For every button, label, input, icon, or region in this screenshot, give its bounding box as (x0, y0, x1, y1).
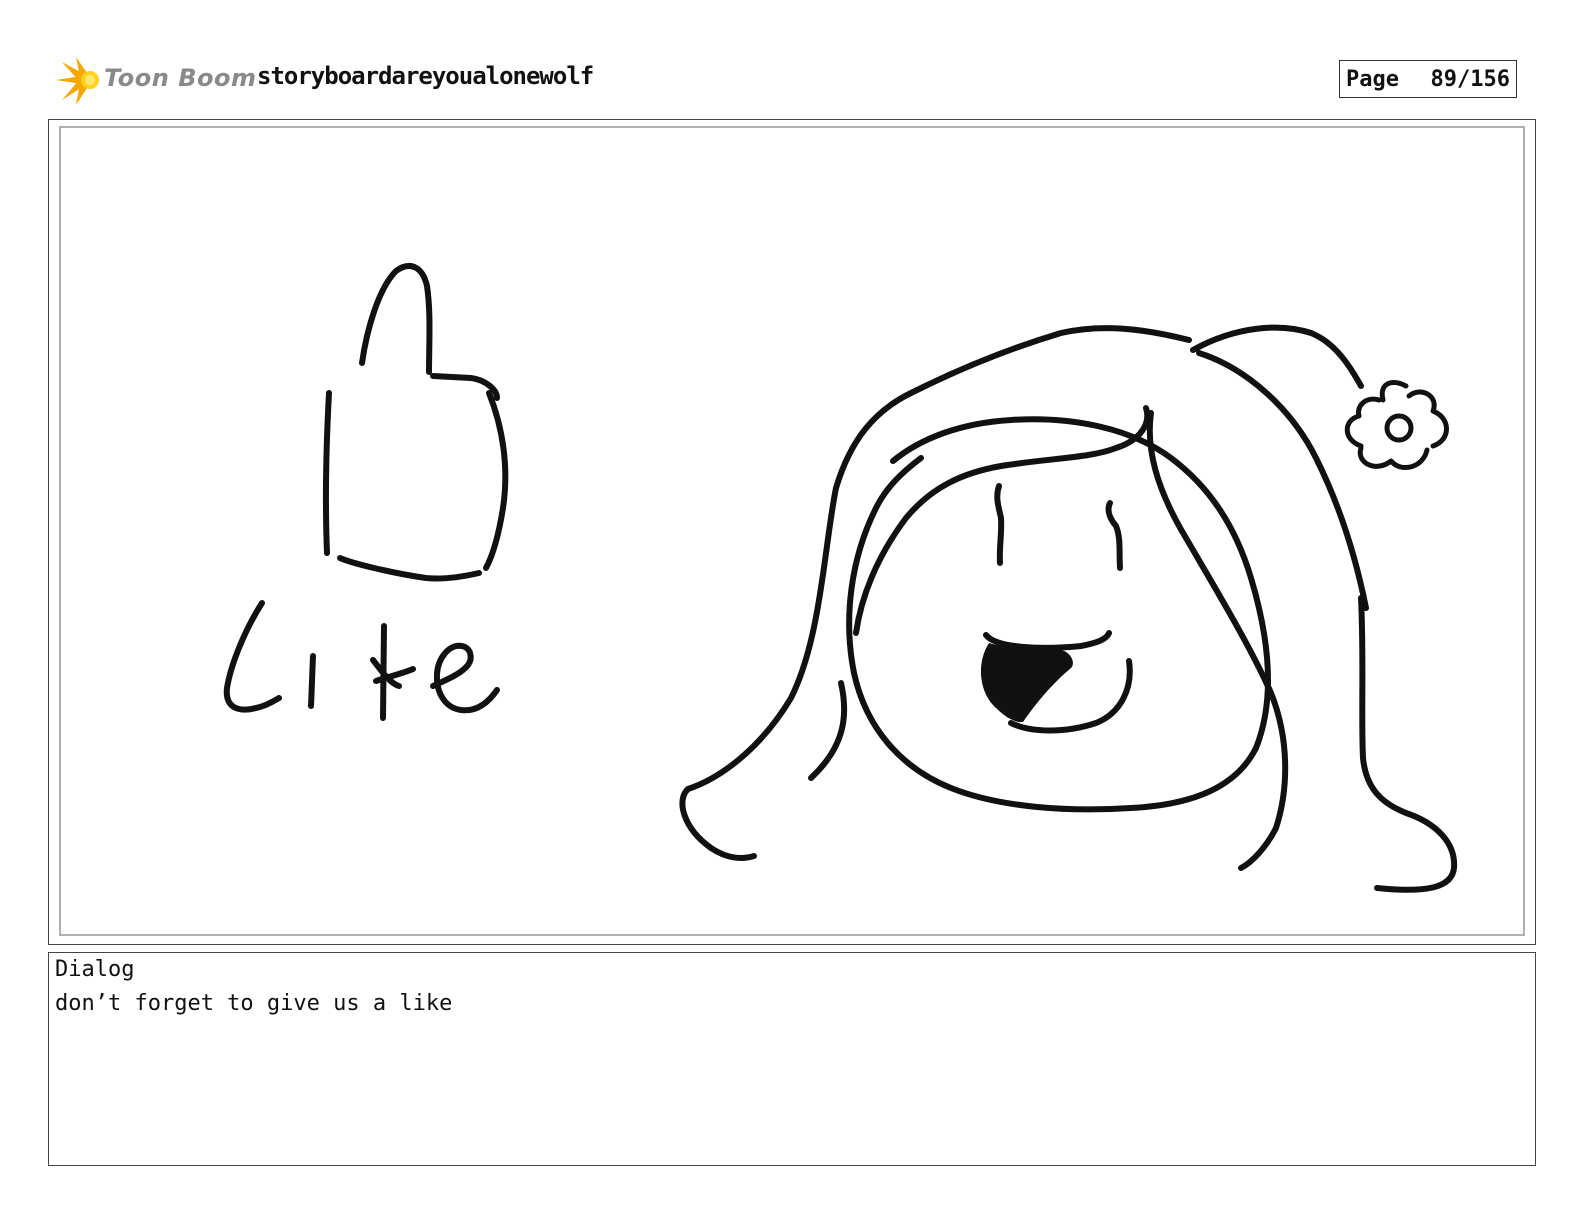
project-title: storyboardareyoualonewolf (257, 62, 594, 90)
panel-drawing-area (59, 126, 1525, 936)
storyboard-panel (48, 119, 1536, 945)
thumbs-up-icon (322, 263, 509, 582)
page-header: Toon Boom storyboardareyoualonewolf Page… (52, 54, 1540, 106)
hair-outer (685, 325, 1192, 792)
dialog-section: Dialog don’t forget to give us a like (48, 952, 1536, 1166)
face-outline (846, 416, 1272, 813)
dialog-text: don’t forget to give us a like (55, 991, 453, 1016)
left-eye (994, 483, 1005, 566)
flower-icon (1344, 380, 1449, 471)
starburst-icon (56, 57, 99, 105)
panel-sketch (223, 263, 1458, 893)
dialog-label: Dialog (55, 957, 135, 982)
page-label: Page (1346, 66, 1399, 92)
page-indicator: Page 89/156 (1339, 60, 1517, 98)
toon-boom-logo: Toon Boom (52, 56, 256, 106)
right-eye (1105, 500, 1123, 571)
mouth (983, 630, 1112, 651)
page-number: 89/156 (1430, 66, 1510, 92)
like-handwriting (223, 600, 500, 721)
logo-text: Toon Boom (104, 64, 257, 92)
mouth-fill (980, 643, 1073, 723)
